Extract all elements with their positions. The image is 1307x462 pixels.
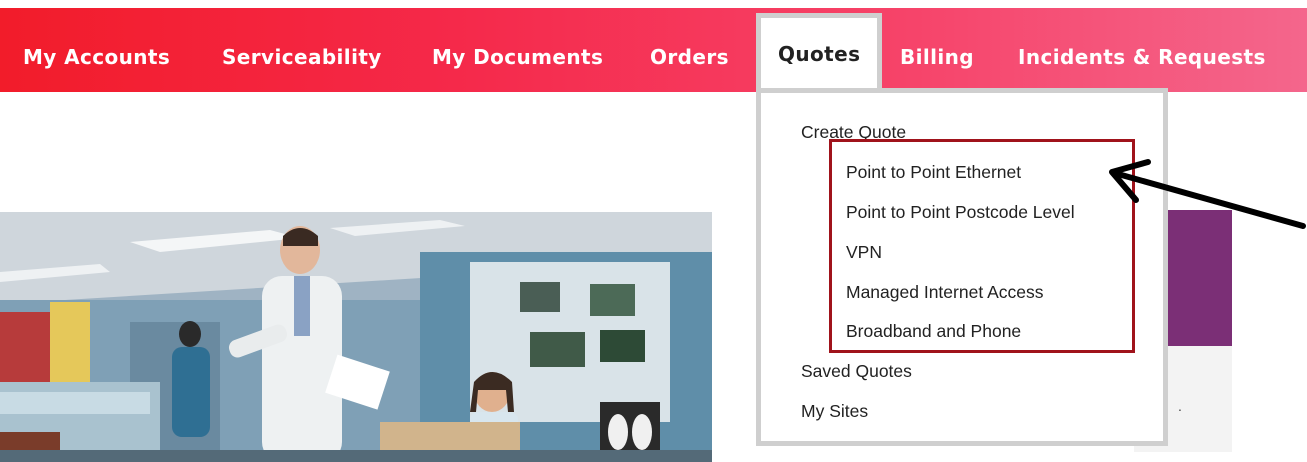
nav-my-documents[interactable]: My Documents xyxy=(432,45,603,69)
nav-billing[interactable]: Billing xyxy=(900,45,974,69)
menu-saved-quotes[interactable]: Saved Quotes xyxy=(801,361,912,382)
nav-orders[interactable]: Orders xyxy=(650,45,729,69)
page: My Accounts Serviceability My Documents … xyxy=(0,0,1307,462)
nav-my-accounts[interactable]: My Accounts xyxy=(23,45,170,69)
promo-text: . xyxy=(1178,398,1182,414)
nav-quotes-tab[interactable]: Quotes xyxy=(756,13,882,95)
menu-my-sites[interactable]: My Sites xyxy=(801,401,868,422)
highlight-box xyxy=(829,139,1135,353)
nav-quotes[interactable]: Quotes xyxy=(778,42,860,66)
nav-incidents-requests[interactable]: Incidents & Requests xyxy=(1018,45,1266,69)
nav-serviceability[interactable]: Serviceability xyxy=(222,45,382,69)
top-nav-bar: My Accounts Serviceability My Documents … xyxy=(0,8,1307,92)
hero-image xyxy=(0,212,712,462)
hospital-scene-image xyxy=(0,212,712,462)
